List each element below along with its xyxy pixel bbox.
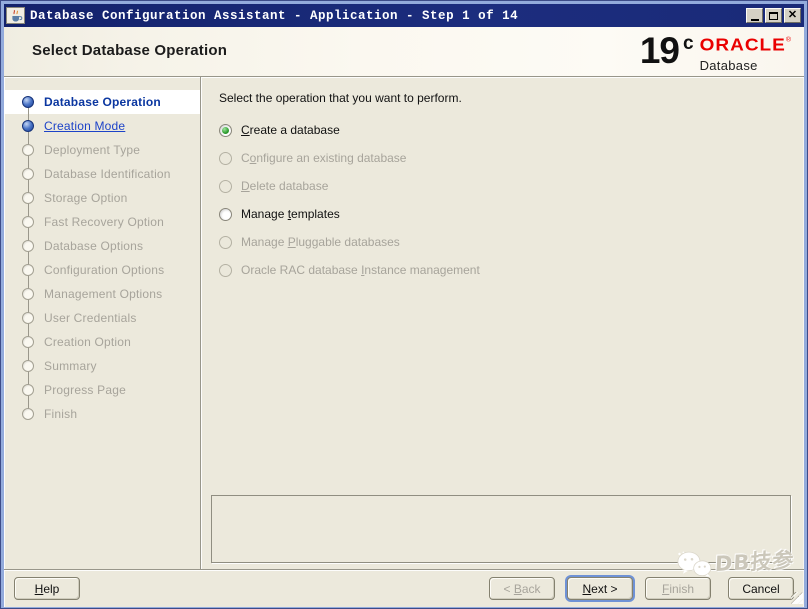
radio-unselected-icon (219, 180, 232, 193)
sidebar-item-management-options: Management Options (4, 282, 200, 306)
radio-unselected-icon (219, 152, 232, 165)
radio-unselected-icon (219, 208, 232, 221)
radio-create-database[interactable]: Create a database (219, 116, 804, 144)
content-area: Database Operation Creation Mode Deploym… (4, 77, 804, 569)
radio-label: Manage templates (241, 207, 340, 221)
oracle-wordmark: ORACLE® (700, 37, 792, 54)
sidebar-item-creation-option: Creation Option (4, 330, 200, 354)
step-bullet-icon (22, 312, 34, 324)
radio-rac-instance-management: Oracle RAC database Instance management (219, 256, 804, 284)
step-label: Deployment Type (44, 143, 140, 157)
main-pane: Select the operation that you want to pe… (201, 77, 804, 569)
close-icon: ✕ (788, 10, 797, 21)
wizard-header: Select Database Operation 19c ORACLE® Da… (4, 27, 804, 77)
wizard-steps-sidebar: Database Operation Creation Mode Deploym… (4, 77, 201, 569)
step-bullet-icon (22, 216, 34, 228)
sidebar-item-storage-option: Storage Option (4, 186, 200, 210)
logo-version: 19 (640, 31, 679, 71)
radio-label: Manage Pluggable databases (241, 235, 400, 249)
step-label: Database Operation (44, 95, 161, 109)
step-label: Creation Mode (44, 119, 125, 133)
minimize-icon (751, 19, 759, 21)
radio-label: Oracle RAC database Instance management (241, 263, 480, 277)
sidebar-item-finish: Finish (4, 402, 200, 426)
maximize-button[interactable] (765, 8, 782, 23)
finish-button: Finish (645, 577, 711, 600)
step-bullet-icon (22, 96, 34, 108)
logo-product: Database (700, 58, 758, 73)
step-bullet-icon (22, 264, 34, 276)
operation-prompt: Select the operation that you want to pe… (219, 91, 804, 105)
page-title: Select Database Operation (32, 42, 227, 59)
maximize-icon (769, 12, 778, 20)
sidebar-item-configuration-options: Configuration Options (4, 258, 200, 282)
step-bullet-icon (22, 408, 34, 420)
title-bar[interactable]: Database Configuration Assistant - Appli… (4, 4, 804, 27)
step-bullet-icon (22, 144, 34, 156)
radio-label: Configure an existing database (241, 151, 406, 165)
logo-edition: c (683, 34, 694, 53)
radio-manage-pluggable-databases: Manage Pluggable databases (219, 228, 804, 256)
sidebar-item-creation-mode[interactable]: Creation Mode (4, 114, 200, 138)
resize-grip[interactable] (791, 592, 803, 604)
step-label: Configuration Options (44, 263, 164, 277)
step-label: User Credentials (44, 311, 137, 325)
radio-label: Create a database (241, 123, 340, 137)
application-window: Database Configuration Assistant - Appli… (0, 0, 808, 609)
window-body: Select Database Operation 19c ORACLE® Da… (4, 27, 804, 607)
coffee-cup-icon (9, 9, 23, 23)
sidebar-item-summary: Summary (4, 354, 200, 378)
radio-unselected-icon (219, 264, 232, 277)
sidebar-item-fast-recovery-option: Fast Recovery Option (4, 210, 200, 234)
step-bullet-icon (22, 288, 34, 300)
step-label: Creation Option (44, 335, 131, 349)
help-button[interactable]: Help (14, 577, 80, 600)
logo-brand-block: ORACLE® Database (700, 36, 792, 73)
oracle-19c-logo: 19c ORACLE® Database (640, 31, 792, 73)
step-bullet-icon (22, 120, 34, 132)
step-label: Management Options (44, 287, 162, 301)
window-controls: ✕ (746, 8, 802, 23)
step-label: Progress Page (44, 383, 126, 397)
step-label: Summary (44, 359, 97, 373)
radio-manage-templates[interactable]: Manage templates (219, 200, 804, 228)
sidebar-item-user-credentials: User Credentials (4, 306, 200, 330)
radio-delete-database: Delete database (219, 172, 804, 200)
sidebar-item-deployment-type: Deployment Type (4, 138, 200, 162)
radio-configure-existing-database: Configure an existing database (219, 144, 804, 172)
close-button[interactable]: ✕ (784, 8, 801, 23)
radio-unselected-icon (219, 236, 232, 249)
message-box (211, 495, 791, 563)
step-bullet-icon (22, 240, 34, 252)
step-label: Fast Recovery Option (44, 215, 164, 229)
footer-button-bar: Help < Back Next > Finish Cancel (4, 569, 804, 607)
sidebar-item-database-operation[interactable]: Database Operation (4, 90, 200, 114)
step-label: Finish (44, 407, 77, 421)
step-bullet-icon (22, 192, 34, 204)
step-label: Database Options (44, 239, 143, 253)
sidebar-item-database-options: Database Options (4, 234, 200, 258)
step-bullet-icon (22, 336, 34, 348)
registered-mark: ® (786, 37, 792, 43)
sidebar-item-progress-page: Progress Page (4, 378, 200, 402)
java-app-icon (6, 7, 25, 24)
operation-radio-group: Create a database Configure an existing … (219, 116, 804, 284)
step-label: Database Identification (44, 167, 171, 181)
sidebar-item-database-identification: Database Identification (4, 162, 200, 186)
steps-list: Database Operation Creation Mode Deploym… (4, 90, 200, 426)
step-bullet-icon (22, 360, 34, 372)
radio-selected-icon (219, 124, 232, 137)
step-label: Storage Option (44, 191, 128, 205)
step-bullet-icon (22, 384, 34, 396)
cancel-button[interactable]: Cancel (728, 577, 794, 600)
window-title: Database Configuration Assistant - Appli… (30, 9, 518, 23)
next-button[interactable]: Next > (567, 577, 633, 600)
back-button: < Back (489, 577, 555, 600)
radio-label: Delete database (241, 179, 328, 193)
step-bullet-icon (22, 168, 34, 180)
minimize-button[interactable] (746, 8, 763, 23)
